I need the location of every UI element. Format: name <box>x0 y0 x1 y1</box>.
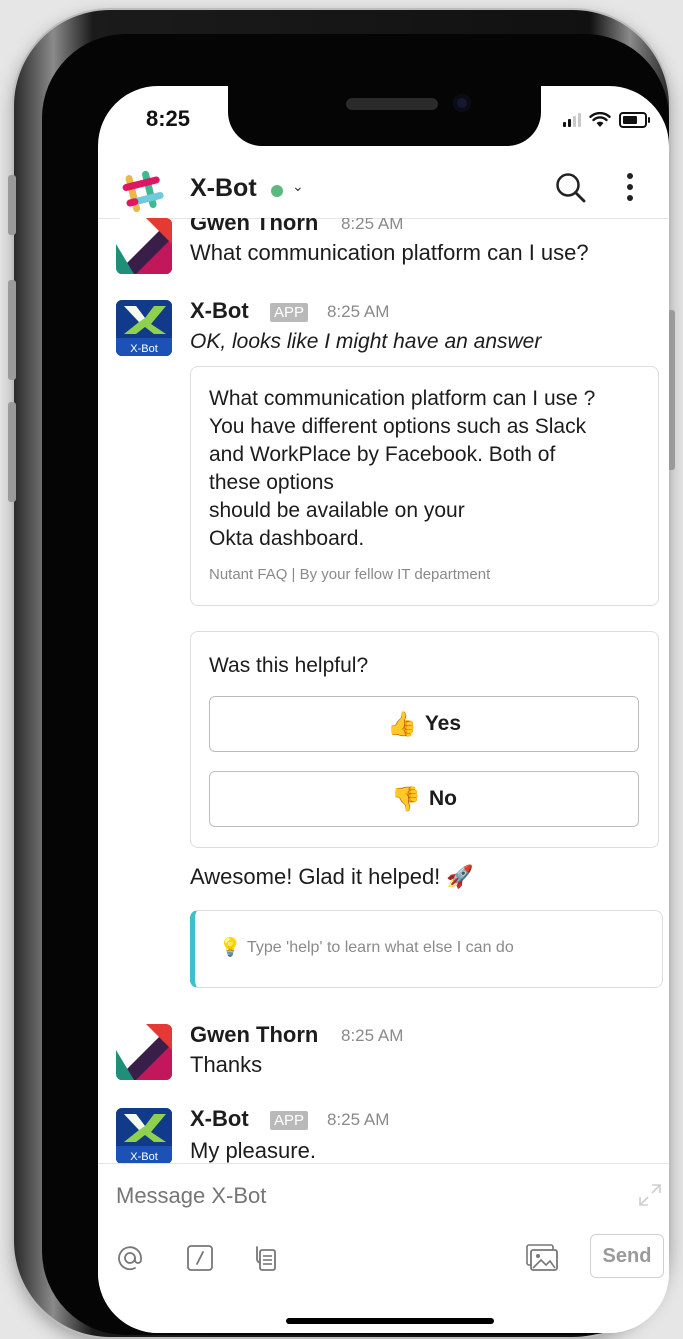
message-time: 8:25 AM <box>341 1026 404 1045</box>
answer-text: What communication platform can I use ? … <box>209 385 649 553</box>
answer-line: should be available on your <box>209 499 465 522</box>
message-text: My pleasure. <box>190 1138 316 1163</box>
answer-source: Nutant FAQ | By your fellow IT departmen… <box>209 566 491 583</box>
no-button[interactable]: 👎 No <box>209 771 639 827</box>
followup-message: Awesome! Glad it helped! 🚀 <box>190 864 474 890</box>
avatar-label: X-Bot <box>130 1151 158 1163</box>
sender-name[interactable]: Gwen Thorn <box>190 218 318 236</box>
thumbs-up-icon: 👍 <box>386 710 417 738</box>
expand-icon[interactable] <box>637 1182 663 1208</box>
tip-text: Type 'help' to learn what else I can do <box>247 939 514 956</box>
no-label: No <box>428 787 457 810</box>
answer-line: Okta dashboard. <box>209 527 365 550</box>
mute-switch <box>8 175 16 235</box>
speaker-grille <box>346 98 438 110</box>
help-tip: 💡 Type 'help' to learn what else I can d… <box>190 910 663 988</box>
phone-screen: 8:25 X-Bot ⌄ Gwen Thorn 8:25 AM What com… <box>98 86 669 1333</box>
app-badge: APP <box>270 1111 309 1130</box>
presence-dot <box>271 185 283 197</box>
battery-icon <box>619 112 650 128</box>
wifi-icon <box>589 112 611 127</box>
channel-name[interactable]: X-Bot <box>190 174 257 203</box>
message-time: 8:25 AM <box>327 302 390 321</box>
slash-command-icon[interactable] <box>184 1242 216 1274</box>
send-button[interactable]: Send <box>590 1234 664 1278</box>
clipboard-icon[interactable] <box>248 1242 280 1274</box>
message-input[interactable] <box>114 1182 598 1210</box>
feedback-card: Was this helpful? 👍 Yes 👎 No <box>190 631 659 848</box>
avatar-gwen-thorn[interactable] <box>116 218 172 274</box>
status-icons <box>563 112 650 128</box>
avatar-x-bot[interactable]: X-Bot <box>116 1108 172 1163</box>
message-time: 8:25 AM <box>327 1110 390 1129</box>
sender-name[interactable]: X-Bot <box>190 1106 249 1132</box>
answer-line: What communication platform can I use ? <box>209 387 596 410</box>
phone-bezel: 8:25 X-Bot ⌄ Gwen Thorn 8:25 AM What com… <box>42 34 669 1335</box>
avatar-label: X-Bot <box>130 343 158 355</box>
avatar-x-bot[interactable]: X-Bot <box>116 300 172 356</box>
thumbs-down-icon: 👎 <box>391 785 421 813</box>
status-time: 8:25 <box>146 106 191 131</box>
message-composer: Send <box>98 1163 669 1333</box>
front-camera <box>453 94 471 112</box>
image-gallery-icon[interactable] <box>524 1242 560 1274</box>
chevron-down-icon[interactable]: ⌄ <box>292 178 304 195</box>
yes-button[interactable]: 👍 Yes <box>209 696 639 752</box>
followup-text: Awesome! Glad it helped! <box>190 864 441 889</box>
answer-line: You have different options such as Slack <box>209 415 587 438</box>
mention-icon[interactable] <box>114 1242 146 1274</box>
x-bot-logo-icon: X-Bot <box>116 300 172 356</box>
avatar-gwen-thorn[interactable] <box>116 1024 172 1080</box>
answer-card: What communication platform can I use ? … <box>190 366 659 606</box>
phone-frame: 8:25 X-Bot ⌄ Gwen Thorn 8:25 AM What com… <box>8 10 675 1337</box>
message-time: 8:25 AM <box>341 218 404 233</box>
x-bot-logo-icon: X-Bot <box>116 1108 172 1163</box>
sender-name[interactable]: Gwen Thorn <box>190 1022 318 1048</box>
volume-up-button <box>8 280 16 380</box>
sender-name[interactable]: X-Bot <box>190 298 249 324</box>
answer-line: and WorkPlace by Facebook. Both of <box>209 443 556 466</box>
message-text: OK, looks like I might have an answer <box>190 330 542 353</box>
yes-label: Yes <box>424 712 462 735</box>
more-options-icon[interactable] <box>620 170 640 204</box>
rocket-icon: 🚀 <box>446 864 474 889</box>
slack-logo-icon[interactable] <box>120 168 166 214</box>
home-indicator[interactable] <box>286 1318 494 1324</box>
message-list[interactable]: Gwen Thorn 8:25 AM What communication pl… <box>98 218 669 1163</box>
answer-line: these options <box>209 471 334 494</box>
message-text: What communication platform can I use? <box>190 240 589 265</box>
message-text: Thanks <box>190 1052 263 1077</box>
feedback-question: Was this helpful? <box>209 654 369 677</box>
signal-icon <box>563 113 581 127</box>
volume-down-button <box>8 402 16 502</box>
search-icon[interactable] <box>553 170 589 206</box>
notch <box>228 86 541 146</box>
channel-header: X-Bot ⌄ <box>98 158 669 219</box>
app-badge: APP <box>270 303 309 322</box>
lightbulb-icon: 💡 <box>219 937 242 957</box>
